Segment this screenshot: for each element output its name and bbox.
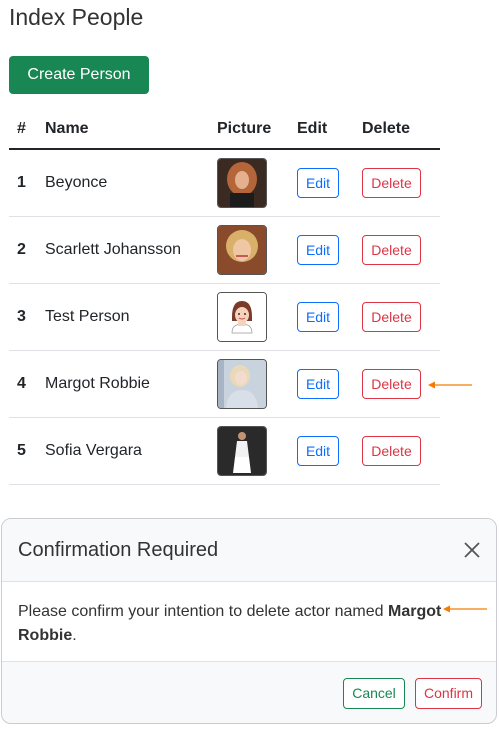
modal-body: Please confirm your intention to delete … (2, 582, 496, 662)
person-photo (217, 225, 267, 275)
person-photo (217, 426, 267, 476)
picture-cell (209, 350, 289, 418)
edit-cell: Edit (289, 149, 354, 217)
delete-cell: Delete (354, 417, 440, 485)
row-number: 4 (9, 350, 37, 418)
delete-button[interactable]: Delete (362, 436, 421, 466)
row-number: 2 (9, 216, 37, 284)
table-row: 2 Scarlett Johansson Edit Delete (9, 216, 440, 284)
person-photo (217, 359, 267, 409)
person-photo (217, 158, 267, 208)
edit-button[interactable]: Edit (297, 168, 339, 198)
page-title: Index People (9, 4, 144, 30)
annotation-arrow-icon (428, 381, 472, 389)
person-name: Test Person (37, 283, 209, 351)
edit-button[interactable]: Edit (297, 436, 339, 466)
header-delete: Delete (354, 110, 440, 150)
person-name: Sofia Vergara (37, 417, 209, 485)
delete-cell: Delete (354, 283, 440, 351)
edit-cell: Edit (289, 350, 354, 418)
table-header-row: # Name Picture Edit Delete (9, 110, 440, 150)
people-table: # Name Picture Edit Delete 1 Beyonce Edi… (9, 110, 440, 485)
cancel-button[interactable]: Cancel (343, 677, 405, 709)
edit-cell: Edit (289, 417, 354, 485)
modal-header: Confirmation Required (2, 519, 496, 582)
picture-cell (209, 283, 289, 351)
picture-cell (209, 417, 289, 485)
delete-cell: Delete (354, 216, 440, 284)
delete-button[interactable]: Delete (362, 235, 421, 265)
edit-cell: Edit (289, 283, 354, 351)
confirmation-modal: Confirmation Required Please confirm you… (1, 518, 497, 724)
person-name: Scarlett Johansson (37, 216, 209, 284)
modal-message: Please confirm your intention to delete … (18, 603, 388, 620)
header-edit: Edit (289, 110, 354, 150)
picture-cell (209, 149, 289, 217)
annotation-arrow-icon (443, 605, 487, 613)
modal-message-end: . (72, 627, 77, 644)
row-number: 1 (9, 149, 37, 217)
picture-cell (209, 216, 289, 284)
edit-cell: Edit (289, 216, 354, 284)
table-row: 5 Sofia Vergara Edit Delete (9, 417, 440, 485)
create-person-button[interactable]: Create Person (9, 56, 149, 94)
delete-button[interactable]: Delete (362, 302, 421, 332)
delete-button[interactable]: Delete (362, 168, 421, 198)
table-row: 4 Margot Robbie Edit Delete (9, 350, 440, 418)
person-avatar-icon (217, 292, 267, 342)
person-name: Margot Robbie (37, 350, 209, 418)
header-picture: Picture (209, 110, 289, 150)
edit-button[interactable]: Edit (297, 235, 339, 265)
modal-title: Confirmation Required (18, 538, 219, 561)
modal-footer: Cancel Confirm (2, 662, 496, 723)
delete-button[interactable]: Delete (362, 369, 421, 399)
row-number: 5 (9, 417, 37, 485)
person-name: Beyonce (37, 149, 209, 217)
confirm-button[interactable]: Confirm (415, 677, 482, 709)
header-number: # (9, 110, 37, 150)
table-row: 3 Test Person Edit Delete (9, 283, 440, 351)
edit-button[interactable]: Edit (297, 369, 339, 399)
delete-cell: Delete (354, 149, 440, 217)
table-row: 1 Beyonce Edit Delete (9, 149, 440, 217)
edit-button[interactable]: Edit (297, 302, 339, 332)
header-name: Name (37, 110, 209, 150)
close-icon[interactable] (462, 540, 482, 560)
row-number: 3 (9, 283, 37, 351)
